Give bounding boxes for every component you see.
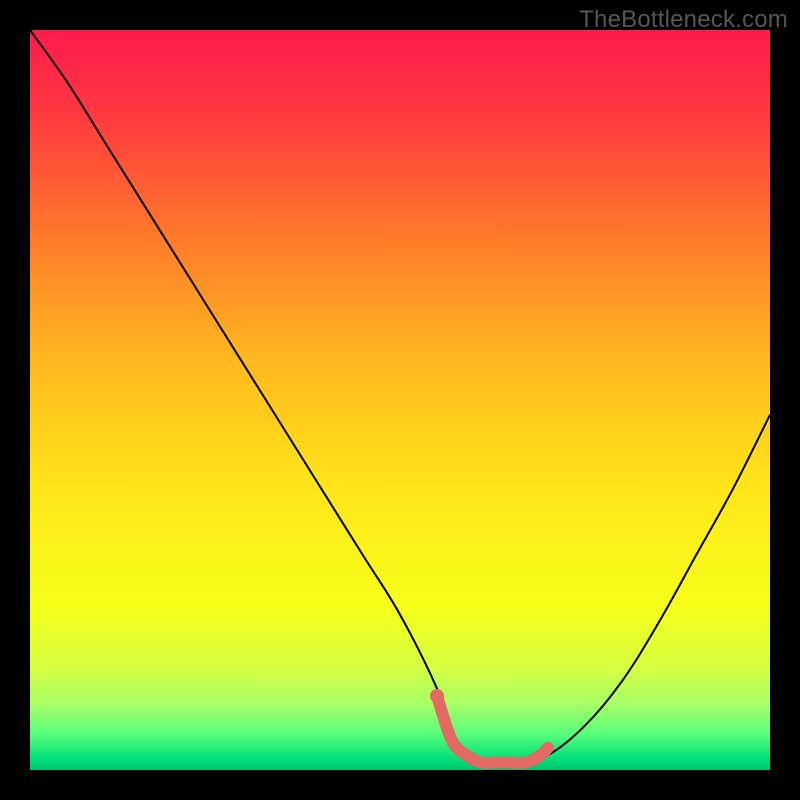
optimal-marker-start	[430, 689, 444, 703]
optimal-band	[437, 696, 548, 763]
curve-layer	[30, 30, 770, 770]
bottleneck-curve	[30, 30, 770, 764]
plot-area	[30, 30, 770, 770]
watermark-text: TheBottleneck.com	[579, 6, 788, 34]
chart-frame: TheBottleneck.com	[0, 0, 800, 800]
